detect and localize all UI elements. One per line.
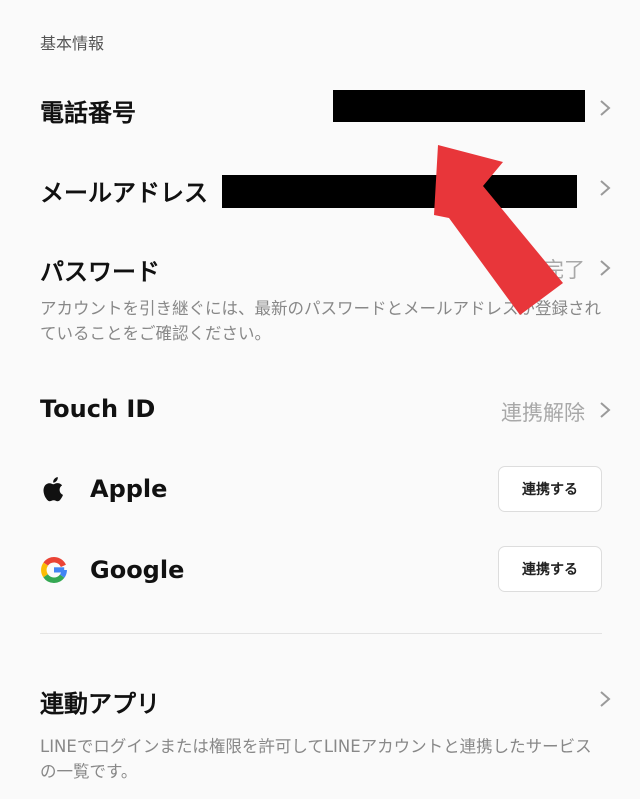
phone-label: 電話番号 — [40, 99, 136, 127]
chevron-right-icon — [594, 396, 616, 424]
password-note: アカウントを引き継ぐには、最新のパスワードとメールアドレスが登録されていることを… — [40, 299, 601, 343]
apple-icon — [40, 474, 68, 504]
password-status: 登録完了 — [501, 258, 585, 282]
email-redaction — [222, 175, 577, 208]
apple-label: Apple — [90, 475, 168, 503]
apple-link-button[interactable]: 連携する — [498, 466, 602, 512]
email-row[interactable]: メールアドレス — [0, 160, 640, 220]
google-icon — [40, 555, 68, 585]
touch-id-status: 連携解除 — [501, 401, 585, 425]
phone-redaction — [333, 90, 585, 122]
linked-apps-label: 連動アプリ — [40, 690, 160, 718]
chevron-right-icon — [594, 685, 616, 713]
chevron-right-icon — [594, 254, 616, 282]
touch-id-row[interactable]: Touch ID 連携解除 — [0, 382, 640, 438]
google-link-button[interactable]: 連携する — [498, 546, 602, 592]
email-label: メールアドレス — [40, 179, 208, 207]
linked-apps-row[interactable]: 連動アプリ — [0, 670, 640, 726]
password-label: パスワード — [40, 258, 160, 286]
chevron-right-icon — [594, 94, 616, 122]
google-label: Google — [90, 556, 185, 584]
section-title: 基本情報 — [40, 34, 105, 53]
password-row[interactable]: パスワード 登録完了 — [0, 240, 640, 296]
phone-row[interactable]: 電話番号 — [0, 80, 640, 140]
chevron-right-icon — [594, 174, 616, 202]
touch-id-label: Touch ID — [40, 395, 156, 423]
linked-apps-note: LINEでログインまたは権限を許可してLINEアカウントと連携したサービスの一覧… — [40, 737, 592, 781]
divider — [40, 633, 602, 634]
